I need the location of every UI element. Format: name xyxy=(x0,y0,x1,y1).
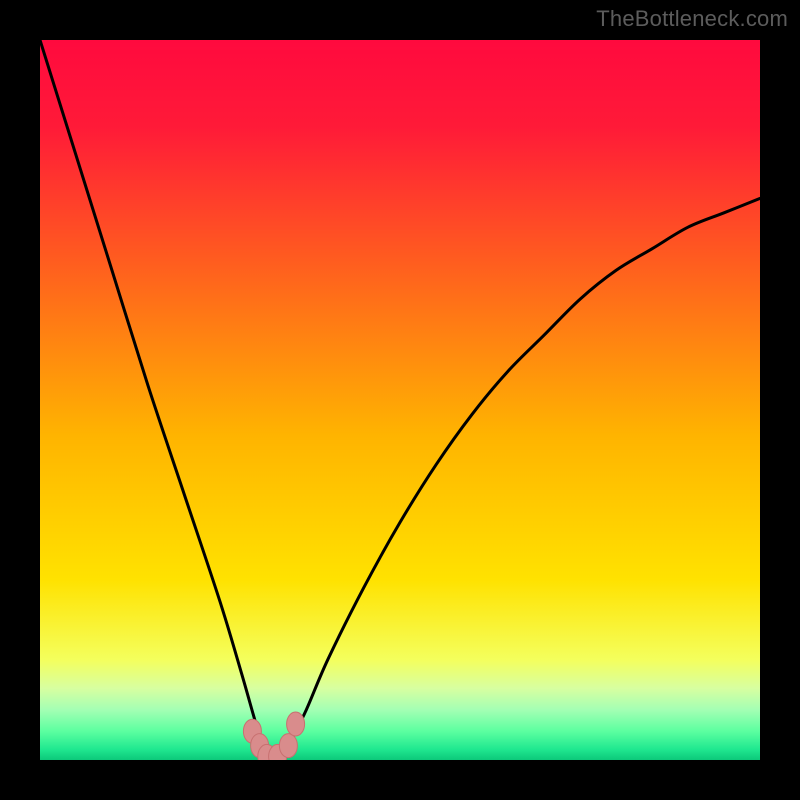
watermark-text: TheBottleneck.com xyxy=(596,6,788,32)
bottleneck-curve xyxy=(40,40,760,760)
curve-markers xyxy=(243,712,304,760)
curve-marker xyxy=(279,734,297,758)
chart-frame: TheBottleneck.com xyxy=(0,0,800,800)
curve-marker xyxy=(287,712,305,736)
plot-area xyxy=(40,40,760,760)
